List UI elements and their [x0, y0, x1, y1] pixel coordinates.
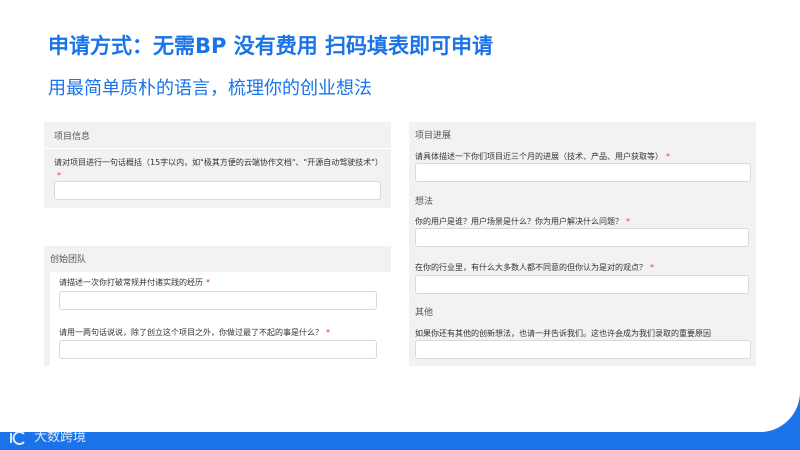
section-title-progress: 项目进展 — [415, 131, 452, 141]
required-marker: * — [326, 328, 330, 337]
one-line-summary-input[interactable] — [54, 181, 381, 200]
required-marker: * — [666, 152, 670, 161]
contrarian-view-input[interactable] — [415, 275, 749, 294]
section-title-other: 其他 — [415, 308, 434, 318]
section-title-project-info: 项目信息 — [54, 132, 91, 142]
right-form-card: 项目进展 请具体描述一下你们项目近三个月的进展（技术、产品、用户获取等） * 想法… — [409, 122, 756, 366]
question-label: 你的用户是谁？用户场景是什么？你为用户解决什么问题？ * — [415, 217, 630, 226]
required-marker: * — [650, 263, 654, 272]
section-title-founding-team: 创始团队 — [50, 255, 87, 265]
question-label: 如果你还有其他的创新想法，也请一并告诉我们。这也许会成为我们录取的重要原因 — [415, 329, 711, 338]
question-label: 请对项目进行一句话概括（15字以内，如"极其方便的云端协作文档"、"开源自动驾驶… — [54, 158, 383, 180]
founding-team-card: 创始团队 请描述一次你打破常规并付诸实践的经历 * 请用一两句话说说，除了创立这个… — [44, 246, 391, 366]
watermark-logo: 大数跨境 — [8, 426, 86, 445]
users-and-scenario-input[interactable] — [415, 228, 749, 247]
required-marker: * — [57, 171, 61, 180]
required-marker: * — [206, 278, 210, 287]
question-label: 请描述一次你打破常规并付诸实践的经历 * — [59, 278, 210, 287]
page-title: 申请方式：无需BP 没有费用 扫码填表即可申请 — [48, 34, 494, 58]
progress-input[interactable] — [415, 163, 751, 182]
section-title-ideas: 想法 — [415, 197, 434, 207]
logo-icon — [10, 430, 25, 445]
break-rules-experience-input[interactable] — [59, 291, 377, 310]
project-info-card: 项目信息 请对项目进行一句话概括（15字以内，如"极其方便的云端协作文档"、"开… — [44, 122, 391, 208]
page-subtitle: 用最简单质朴的语言，梳理你的创业想法 — [48, 78, 372, 99]
required-marker: * — [626, 217, 630, 226]
question-label: 在你的行业里，有什么大多数人都不同意的但你认为是对的观点？ * — [415, 263, 654, 272]
slide: 申请方式：无需BP 没有费用 扫码填表即可申请 用最简单质朴的语言，梳理你的创业… — [0, 0, 800, 432]
remarkable-thing-input[interactable] — [59, 340, 377, 359]
divider — [44, 148, 391, 149]
other-ideas-input[interactable] — [415, 340, 751, 359]
question-label: 请用一两句话说说，除了创立这个项目之外，你做过最了不起的事是什么？ * — [59, 328, 330, 337]
question-label: 请具体描述一下你们项目近三个月的进展（技术、产品、用户获取等） * — [415, 152, 670, 161]
